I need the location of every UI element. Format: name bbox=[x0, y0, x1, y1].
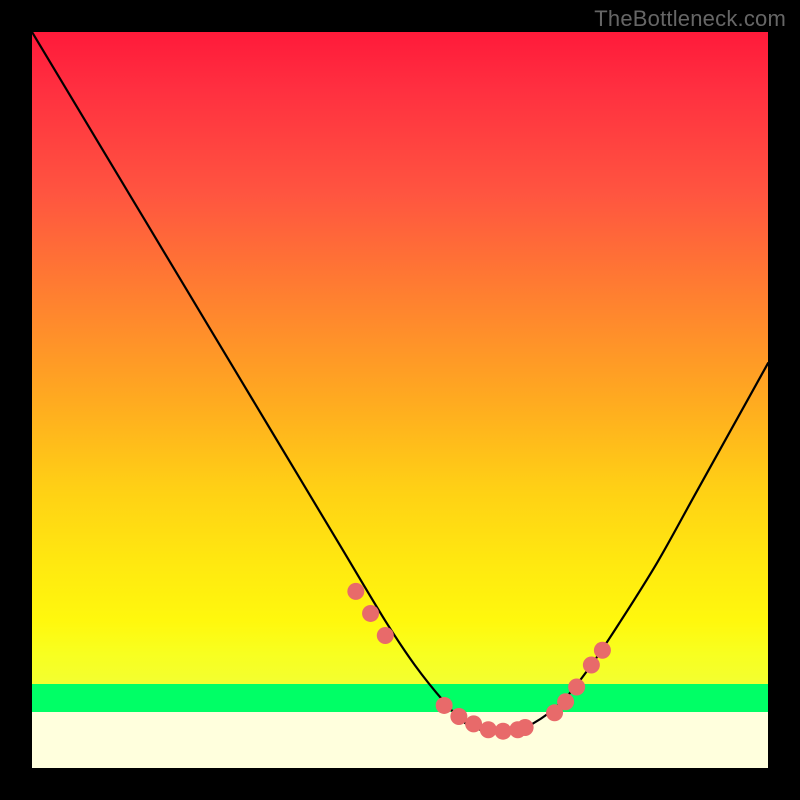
marker-dot bbox=[509, 721, 526, 738]
chart-svg bbox=[32, 32, 768, 768]
marker-dot bbox=[583, 656, 600, 673]
bottleneck-curve bbox=[32, 32, 768, 732]
marker-dot bbox=[362, 605, 379, 622]
watermark-text: TheBottleneck.com bbox=[594, 6, 786, 32]
plot-area bbox=[32, 32, 768, 768]
marker-dot bbox=[465, 715, 482, 732]
marker-dot bbox=[495, 723, 512, 740]
marker-dot bbox=[517, 719, 534, 736]
marker-dot bbox=[546, 704, 563, 721]
marker-dot bbox=[568, 679, 585, 696]
marker-dot bbox=[480, 721, 497, 738]
chart-frame: TheBottleneck.com bbox=[0, 0, 800, 800]
marker-dot bbox=[450, 708, 467, 725]
marker-dot bbox=[594, 642, 611, 659]
marker-dot bbox=[377, 627, 394, 644]
marker-dot bbox=[347, 583, 364, 600]
sweet-spot-markers bbox=[347, 583, 611, 740]
marker-dot bbox=[436, 697, 453, 714]
marker-dot bbox=[557, 693, 574, 710]
